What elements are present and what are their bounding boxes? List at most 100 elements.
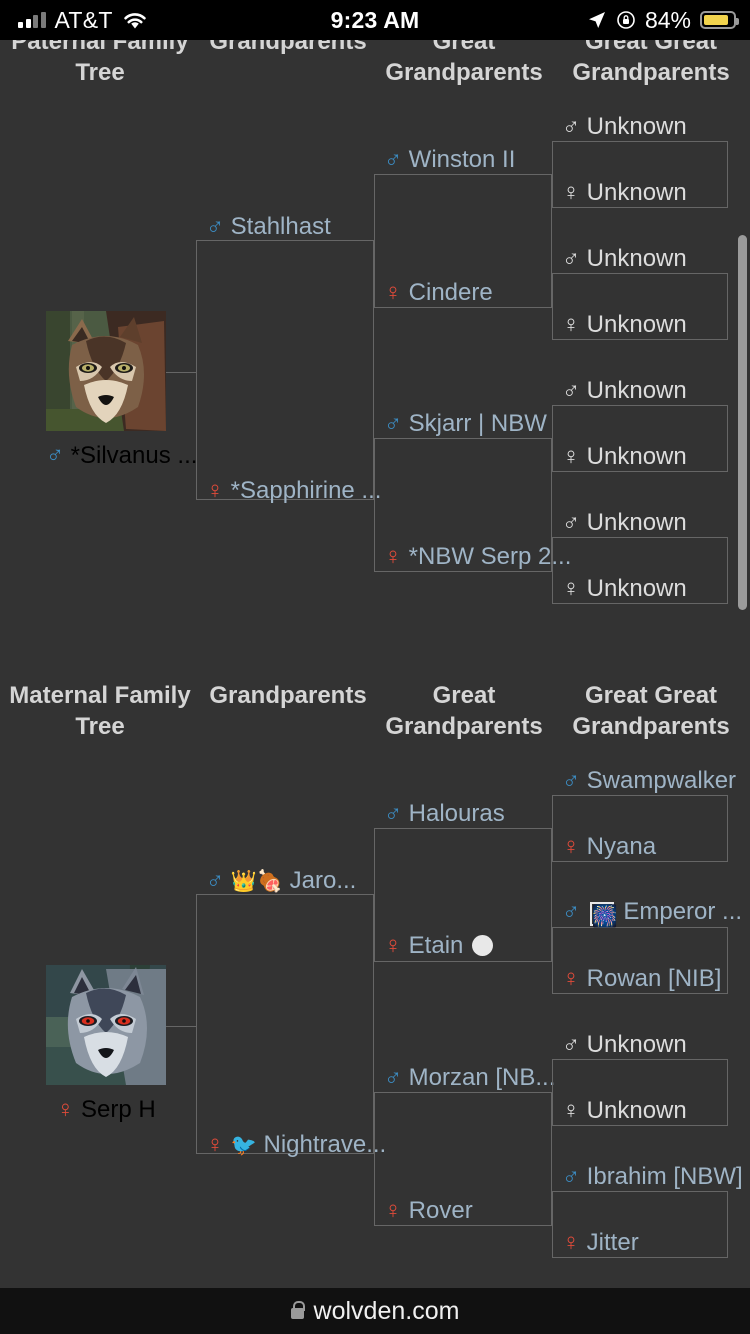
wolf-portrait-grey-icon: [46, 965, 166, 1085]
maternal-gggp-5: ♂ Unknown: [562, 1033, 687, 1057]
paternal-ggp-female-1[interactable]: ♀ Cindere: [384, 281, 493, 305]
paternal-ggp-male-1-name: Winston II: [408, 146, 516, 173]
male-symbol-icon: ♂: [206, 213, 224, 240]
female-symbol-icon: ♀: [384, 1197, 402, 1224]
male-symbol-icon: ♂: [562, 1031, 580, 1058]
male-symbol-icon: ♂: [206, 867, 224, 894]
female-symbol-icon: ♀: [562, 443, 580, 470]
paternal-grandparent-female-name: *Sapphirine ...: [230, 477, 382, 504]
status-bar-right: 84%: [587, 6, 739, 34]
paternal-gggp-6: ♀ Unknown: [562, 445, 687, 469]
maternal-grandparent-female-name: Nightrave...: [263, 1131, 387, 1158]
maternal-ggp-male-1[interactable]: ♂ Halouras: [384, 802, 505, 826]
url-label: wolvden.com: [313, 1296, 460, 1325]
maternal-header-grandparents: Grandparents: [209, 682, 367, 709]
maternal-grandparent-bracket: [196, 894, 374, 1154]
paternal-ggp-male-2-name: Skjarr | NBW: [408, 410, 547, 437]
white-circle-icon: [472, 935, 494, 956]
battery-percent-label: 84%: [644, 6, 691, 33]
male-symbol-icon: ♂: [562, 377, 580, 404]
paternal-gggp-3: ♂ Unknown: [562, 247, 687, 271]
maternal-subject-name: Serp H: [80, 1096, 156, 1123]
female-symbol-icon: ♀: [562, 575, 580, 602]
female-symbol-icon: ♀: [56, 1096, 75, 1123]
male-symbol-icon: ♂: [562, 767, 580, 794]
paternal-gggp-2: ♀ Unknown: [562, 181, 687, 205]
location-arrow-icon: [588, 12, 605, 28]
paternal-subject[interactable]: ♂ *Silvanus ...: [46, 311, 197, 470]
maternal-ggp-male-2-name: Morzan [NB...: [408, 1064, 556, 1091]
female-symbol-icon: ♀: [384, 543, 402, 570]
male-symbol-icon: ♂: [384, 146, 402, 173]
paternal-grandparent-female[interactable]: ♀ *Sapphirine ...: [206, 479, 381, 503]
female-symbol-icon: ♀: [562, 833, 580, 860]
wolf-portrait-brown-icon: [46, 311, 166, 431]
paternal-gggp-1-name: Unknown: [586, 113, 687, 140]
paternal-gggp-5: ♂ Unknown: [562, 379, 687, 403]
maternal-gggp-8-name: Jitter: [586, 1229, 639, 1256]
male-symbol-icon: ♂: [384, 1064, 402, 1091]
maternal-gggp-4[interactable]: ♀ Rowan [NIB]: [562, 967, 721, 991]
maternal-subject-label[interactable]: ♀ Serp H: [46, 1096, 166, 1124]
maternal-gggp-1-name: Swampwalker: [586, 767, 737, 794]
female-symbol-icon: ♀: [562, 311, 580, 338]
maternal-gggp-2-name: Nyana: [586, 833, 657, 860]
maternal-subject[interactable]: ♀ Serp H: [46, 965, 166, 1124]
female-symbol-icon: ♀: [562, 1097, 580, 1124]
maternal-ggp-male-1-name: Halouras: [408, 800, 505, 827]
paternal-grandparent-male[interactable]: ♂ Stahlhast: [206, 215, 331, 239]
maternal-ggp-female-1[interactable]: ♀ Etain: [384, 934, 495, 958]
maternal-gggp-2[interactable]: ♀ Nyana: [562, 835, 656, 859]
male-symbol-icon: ♂: [46, 442, 64, 469]
rotation-lock-icon: [617, 11, 635, 29]
page-content: Paternal Family Tree Grandparents Great …: [0, 0, 750, 1294]
maternal-ggp-male-2[interactable]: ♂ Morzan [NB...: [384, 1066, 555, 1090]
maternal-header-row: Maternal Family Tree Grandparents Great …: [0, 680, 750, 742]
maternal-gggp-7[interactable]: ♂ Ibrahim [NBW]: [562, 1165, 743, 1189]
female-symbol-icon: ♀: [206, 1131, 224, 1158]
maternal-gggp-7-name: Ibrahim [NBW]: [586, 1163, 743, 1190]
female-symbol-icon: ♀: [562, 965, 580, 992]
paternal-ggp-female-2-name: *NBW Serp 2...: [408, 543, 572, 570]
paternal-ggp-male-2[interactable]: ♂ Skjarr | NBW: [384, 412, 547, 436]
paternal-gggp-5-name: Unknown: [586, 377, 687, 404]
female-symbol-icon: ♀: [384, 932, 402, 959]
male-symbol-icon: ♂: [562, 1163, 580, 1190]
paternal-ggp-female-2[interactable]: ♀ *NBW Serp 2...: [384, 545, 571, 569]
maternal-ggp-female-2[interactable]: ♀ Rover: [384, 1199, 473, 1223]
maternal-header-great-grandparents: Great Grandparents: [385, 682, 543, 740]
browser-url-bar[interactable]: wolvden.com: [0, 1288, 750, 1334]
lock-icon: [290, 1301, 306, 1319]
paternal-subject-name: *Silvanus ...: [70, 442, 198, 469]
maternal-gggp-8[interactable]: ♀ Jitter: [562, 1231, 639, 1255]
maternal-header-tree: Maternal Family Tree: [9, 682, 191, 740]
male-symbol-icon: ♂: [562, 509, 580, 536]
maternal-grandparent-male[interactable]: ♂ 👑🍖 Jaro...: [206, 869, 356, 893]
paternal-gggp-6-name: Unknown: [586, 443, 687, 470]
crown-icon: 👑: [230, 870, 257, 893]
male-symbol-icon: ♂: [562, 113, 580, 140]
female-symbol-icon: ♀: [206, 477, 224, 504]
male-symbol-icon: ♂: [562, 898, 580, 925]
maternal-gggp-3[interactable]: ♂ 🎆 Emperor ...: [562, 898, 742, 928]
paternal-gggp-4-name: Unknown: [586, 311, 687, 338]
paternal-gggp-8: ♀ Unknown: [562, 577, 687, 601]
maternal-gggp-1[interactable]: ♂ Swampwalker: [562, 769, 736, 793]
male-symbol-icon: ♂: [384, 800, 402, 827]
phone-screen: Paternal Family Tree Grandparents Great …: [0, 0, 750, 1334]
status-bar: AT&T 9:23 AM 84%: [0, 0, 750, 40]
paternal-gggp-2-name: Unknown: [586, 179, 687, 206]
male-symbol-icon: ♂: [562, 245, 580, 272]
paternal-subject-label[interactable]: ♂ *Silvanus ...: [46, 442, 197, 470]
paternal-gggp-1: ♂ Unknown: [562, 115, 687, 139]
maternal-grandparent-female[interactable]: ♀ 🐦 Nightrave...: [206, 1133, 386, 1157]
paternal-gggp-7: ♂ Unknown: [562, 511, 687, 535]
male-symbol-icon: ♂: [384, 410, 402, 437]
paternal-gggp-8-name: Unknown: [586, 575, 687, 602]
page-scrollbar[interactable]: [738, 235, 747, 610]
paternal-ggp-male-1[interactable]: ♂ Winston II: [384, 148, 515, 172]
maternal-gggp-5-name: Unknown: [586, 1031, 687, 1058]
female-symbol-icon: ♀: [562, 1229, 580, 1256]
paternal-grandparent-bracket: [196, 240, 374, 500]
maternal-grandparent-male-name: Jaro...: [289, 867, 357, 894]
